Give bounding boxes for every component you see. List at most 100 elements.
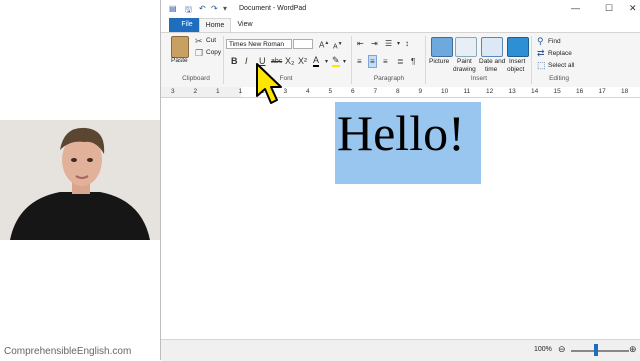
webcam-presenter-video: [0, 120, 160, 240]
ruler-number: 14: [531, 88, 539, 95]
save-icon[interactable]: 🖫: [185, 4, 192, 18]
copy-icon[interactable]: ❐: [195, 49, 203, 58]
paragraph-settings-icon[interactable]: ¶: [411, 57, 415, 66]
select-all-icon[interactable]: ⬚: [537, 61, 546, 70]
maximize-icon[interactable]: ☐: [605, 3, 613, 14]
left-pane: ComprehensibleEnglish.com: [0, 0, 160, 360]
tab-view[interactable]: View: [233, 18, 257, 32]
customize-qat-icon[interactable]: ▾: [223, 4, 227, 13]
close-icon[interactable]: ✕: [629, 3, 637, 14]
align-center-icon[interactable]: ≡: [368, 55, 377, 68]
increase-indent-icon[interactable]: ⇥: [371, 39, 378, 48]
italic-icon[interactable]: I: [245, 57, 248, 66]
align-right-icon[interactable]: ≡: [383, 57, 388, 66]
separator: [531, 36, 532, 84]
wordpad-app-icon: ▤: [169, 4, 177, 13]
ribbon-tabs: File Home View: [161, 18, 640, 33]
select-all-button[interactable]: Select all: [548, 62, 574, 69]
ruler-number: 12: [486, 88, 494, 95]
ruler-number: 2: [193, 88, 198, 95]
justify-icon[interactable]: ≣: [397, 57, 404, 66]
ruler-number: 8: [396, 88, 400, 95]
paragraph-group-label: Paragraph: [373, 75, 405, 82]
picture-icon[interactable]: [431, 37, 453, 57]
ruler: 321123456789101112131415161718: [161, 87, 640, 98]
ribbon: Paste ✂ Cut ❐ Copy Clipboard Times New R…: [161, 32, 640, 88]
decrease-indent-icon[interactable]: ⇤: [357, 39, 364, 48]
date-time-icon[interactable]: [481, 37, 503, 57]
tab-home[interactable]: Home: [199, 18, 231, 33]
date-time-line1[interactable]: Date and: [479, 58, 505, 65]
replace-icon[interactable]: ⇄: [537, 49, 545, 58]
font-family-select[interactable]: Times New Roman: [226, 39, 292, 49]
undo-icon[interactable]: ↶: [199, 4, 206, 13]
font-size-select[interactable]: [293, 39, 313, 49]
find-button[interactable]: Find: [548, 38, 561, 45]
paste-icon[interactable]: [171, 36, 189, 58]
text-color-icon[interactable]: A: [313, 56, 320, 67]
ruler-number: 13: [508, 88, 516, 95]
bullets-icon[interactable]: ☰: [385, 39, 392, 48]
ruler-number: 3: [283, 88, 288, 95]
ruler-number: 15: [553, 88, 561, 95]
editing-group-label: Editing: [549, 75, 569, 82]
ruler-number: 18: [621, 88, 629, 95]
shrink-font-icon[interactable]: A▼: [333, 40, 343, 51]
ruler-number: 16: [576, 88, 584, 95]
replace-button[interactable]: Replace: [548, 50, 572, 57]
zoom-percent: 100%: [534, 346, 552, 353]
document-area[interactable]: Hello!: [161, 98, 640, 338]
presenter-illustration: [0, 120, 160, 240]
ruler-number: 1: [216, 88, 220, 95]
ruler-number: 10: [441, 88, 449, 95]
insert-object-line1[interactable]: Insert: [509, 58, 525, 65]
paste-button[interactable]: Paste: [171, 57, 188, 64]
watermark: ComprehensibleEnglish.com: [4, 346, 132, 357]
separator: [425, 36, 426, 84]
ruler-number: 3: [171, 88, 175, 95]
ruler-number: 5: [328, 88, 333, 95]
date-time-line2[interactable]: time: [485, 66, 497, 73]
bold-icon[interactable]: B: [231, 57, 238, 66]
insert-object-line2[interactable]: object: [507, 66, 524, 73]
minimize-icon[interactable]: —: [571, 3, 580, 13]
copy-button[interactable]: Copy: [206, 49, 221, 56]
zoom-slider[interactable]: [571, 350, 629, 352]
subscript-icon[interactable]: X₂: [285, 57, 295, 66]
highlight-dropdown-icon[interactable]: ▾: [343, 58, 346, 67]
paint-drawing-line2[interactable]: drawing: [453, 66, 476, 73]
zoom-out-icon[interactable]: ⊖: [558, 344, 566, 355]
document-text[interactable]: Hello!: [337, 102, 465, 164]
titlebar: ▤ 🖫 ↶ ↷ ▾ Document - WordPad — ☐ ✕: [161, 0, 640, 18]
zoom-slider-thumb[interactable]: [594, 344, 598, 356]
align-left-icon[interactable]: ≡: [357, 57, 362, 66]
separator: [223, 36, 224, 84]
ruler-number: 17: [598, 88, 606, 95]
clipboard-group-label: Clipboard: [182, 75, 210, 82]
cut-icon[interactable]: ✂: [195, 37, 203, 46]
paint-drawing-icon[interactable]: [455, 37, 477, 57]
paint-drawing-line1[interactable]: Paint: [457, 58, 472, 65]
bullets-dropdown-icon[interactable]: ▾: [397, 40, 400, 49]
ruler-number: 4: [306, 88, 310, 95]
ruler-number: 6: [351, 88, 355, 95]
wordpad-window: ▤ 🖫 ↶ ↷ ▾ Document - WordPad — ☐ ✕ File …: [160, 0, 640, 361]
text-color-dropdown-icon[interactable]: ▾: [325, 58, 328, 67]
cut-button[interactable]: Cut: [206, 37, 216, 44]
find-icon[interactable]: ⚲: [537, 37, 544, 46]
ruler-number: 11: [463, 88, 471, 95]
line-spacing-icon[interactable]: ↕: [405, 39, 409, 48]
picture-button[interactable]: Picture: [429, 58, 449, 65]
separator: [351, 36, 352, 84]
ruler-number: 1: [238, 88, 243, 95]
window-title: Document - WordPad: [239, 5, 307, 12]
ruler-number: 7: [373, 88, 378, 95]
redo-icon[interactable]: ↷: [211, 4, 218, 13]
zoom-in-icon[interactable]: ⊕: [629, 344, 637, 355]
insert-group-label: Insert: [470, 75, 488, 82]
superscript-icon[interactable]: X²: [298, 57, 307, 66]
highlight-color-icon[interactable]: ✎: [332, 56, 340, 67]
insert-object-icon[interactable]: [507, 37, 529, 57]
mouse-pointer-icon: [256, 63, 282, 104]
grow-font-icon[interactable]: A▲: [319, 39, 329, 50]
